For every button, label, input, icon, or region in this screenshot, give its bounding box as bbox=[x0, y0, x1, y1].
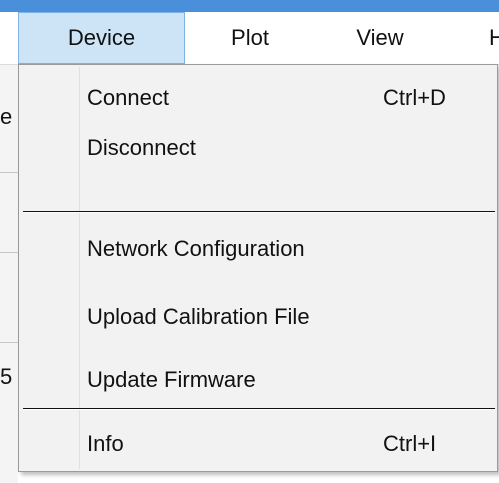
menu-separator bbox=[23, 408, 495, 410]
menu-item-label: Upload Calibration File bbox=[87, 304, 310, 329]
menu-bar: Device Plot View H bbox=[0, 12, 499, 65]
menu-device[interactable]: Device bbox=[18, 12, 185, 64]
window-title-strip bbox=[0, 0, 499, 12]
menu-item-label: Disconnect bbox=[87, 135, 196, 160]
menu-view[interactable]: View bbox=[315, 12, 445, 64]
menu-item-label: Update Firmware bbox=[87, 367, 256, 392]
background-text-fragment: e bbox=[0, 104, 13, 129]
menu-separator bbox=[23, 211, 495, 213]
menu-item-label: Network Configuration bbox=[87, 236, 305, 261]
menu-plot[interactable]: Plot bbox=[185, 12, 315, 64]
menu-item-connect[interactable]: Connect Ctrl+D bbox=[21, 73, 495, 123]
menu-item-info[interactable]: Info Ctrl+I bbox=[21, 419, 495, 469]
background-grid-line bbox=[0, 252, 18, 253]
menu-help[interactable]: H bbox=[445, 12, 499, 64]
background-text-fragment: 5 bbox=[0, 364, 13, 389]
menu-item-network-configuration[interactable]: Network Configuration bbox=[21, 224, 495, 274]
menu-item-label: Connect bbox=[87, 85, 169, 110]
device-dropdown-menu: Connect Ctrl+D Disconnect Network Config… bbox=[18, 64, 498, 472]
menu-item-update-firmware[interactable]: Update Firmware bbox=[21, 355, 495, 405]
menu-item-disconnect[interactable]: Disconnect bbox=[21, 123, 495, 173]
menu-item-label: Info bbox=[87, 431, 124, 456]
menu-item-shortcut: Ctrl+D bbox=[383, 85, 446, 110]
menu-item-shortcut: Ctrl+I bbox=[383, 431, 437, 456]
background-window: e 5 bbox=[0, 64, 18, 483]
background-grid-line bbox=[0, 342, 18, 343]
menu-item-upload-calibration-file[interactable]: Upload Calibration File bbox=[21, 292, 495, 342]
background-grid-line bbox=[0, 172, 18, 173]
